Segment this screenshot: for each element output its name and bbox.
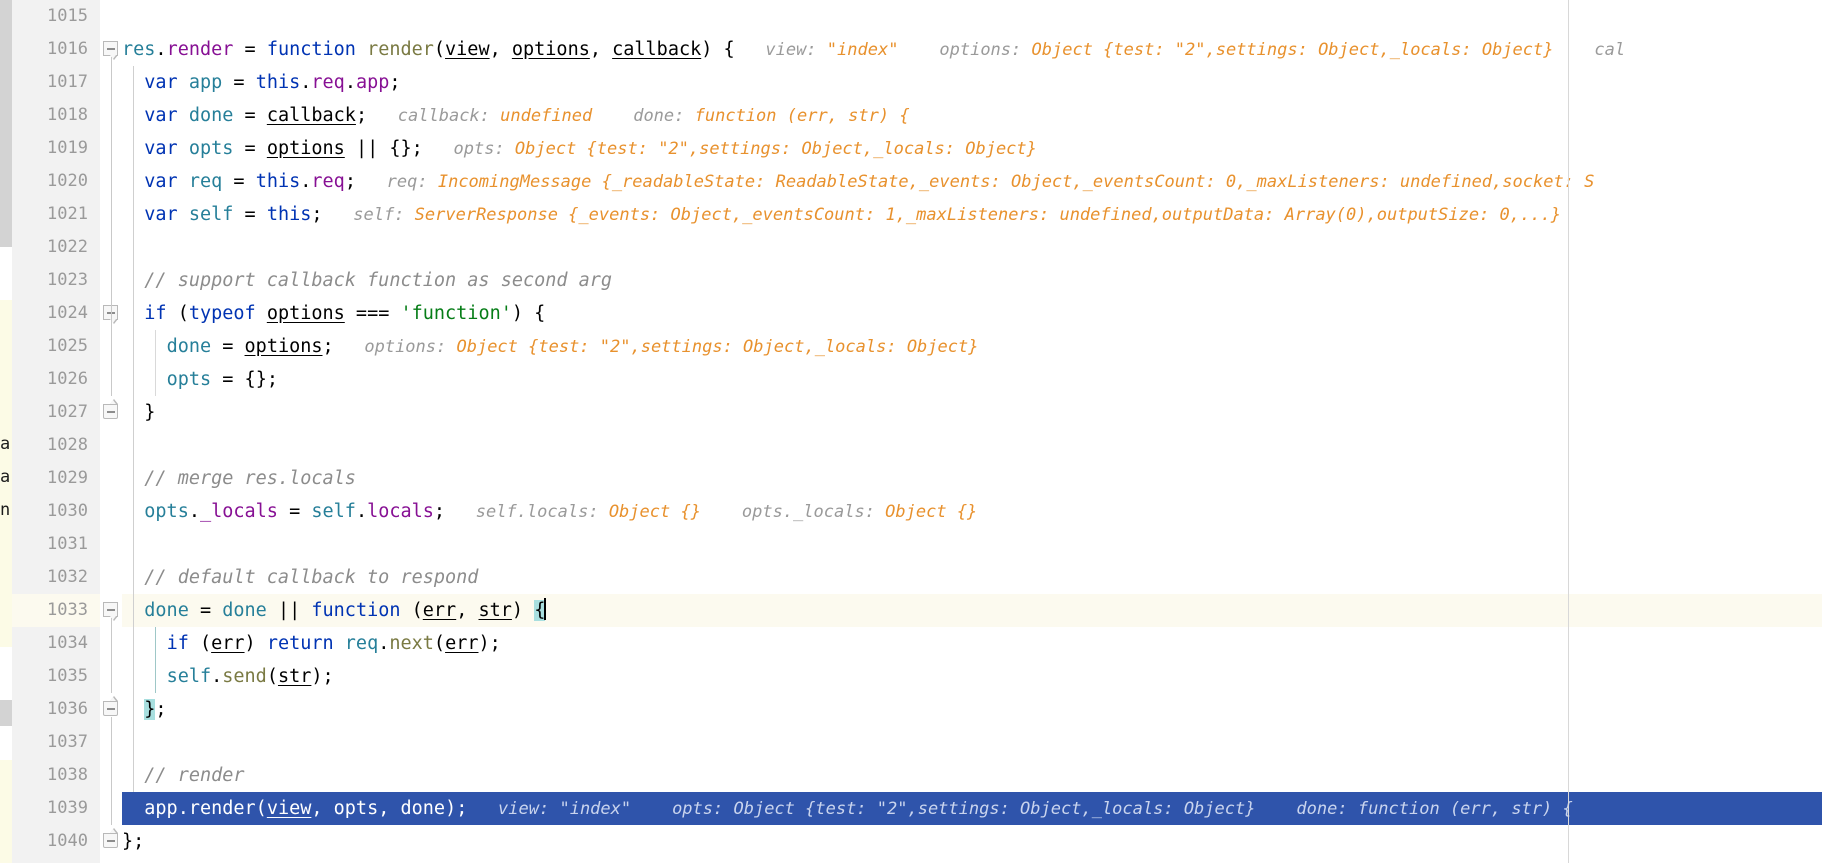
line-number[interactable]: 1033 <box>18 594 88 627</box>
inlay-hint-label: view: <box>467 799 550 819</box>
inlay-hint-value: Object {} <box>874 502 978 522</box>
line-number[interactable]: 1025 <box>18 330 88 363</box>
line-number[interactable]: 1034 <box>18 627 88 660</box>
inlay-hint-label: cal <box>1553 40 1626 60</box>
adjacent-panel-scrollbar[interactable] <box>0 0 12 247</box>
fold-toggle-icon[interactable] <box>103 602 120 621</box>
code-line[interactable]: var req = this.req; req: IncomingMessage… <box>122 165 1594 198</box>
inlay-hint-value: undefined <box>489 106 593 126</box>
line-number[interactable]: 1029 <box>18 462 88 495</box>
code-line[interactable]: }; <box>122 693 167 726</box>
inlay-hint-value: Object {test: "2",settings: Object,_loca… <box>1021 40 1554 60</box>
inlay-hint-value: IncomingMessage {_readableState: Readabl… <box>427 172 1595 192</box>
fold-toggle-icon[interactable] <box>103 305 120 324</box>
line-number[interactable]: 1035 <box>18 660 88 693</box>
line-number[interactable]: 1015 <box>18 0 88 33</box>
fold-connector-line <box>110 717 112 825</box>
fold-toggle-icon[interactable] <box>103 41 120 60</box>
inlay-hint-label: options: <box>333 337 447 357</box>
adjacent-panel-sliver: a ar ns <box>0 0 12 863</box>
line-number[interactable]: 1038 <box>18 759 88 792</box>
code-line[interactable]: app.render(view, opts, done); view: "ind… <box>122 792 1573 825</box>
code-line[interactable]: self.send(str); <box>122 660 334 693</box>
inlay-hint-label: req: <box>355 172 428 192</box>
inlay-hint-label: view: <box>734 40 817 60</box>
inlay-hint-value: "index" <box>549 799 632 819</box>
inlay-hint-label: self.locals: <box>445 502 599 522</box>
line-number[interactable]: 1028 <box>18 429 88 462</box>
line-number[interactable]: 1018 <box>18 99 88 132</box>
inlay-hint-label: options: <box>898 40 1022 60</box>
line-number[interactable]: 1027 <box>18 396 88 429</box>
code-line[interactable]: } <box>122 396 155 429</box>
code-line[interactable]: res.render = function render(view, optio… <box>122 33 1625 66</box>
editor-window: a ar ns 10151016101710181019102010211022… <box>0 0 1822 863</box>
code-line[interactable]: if (typeof options === 'function') { <box>122 297 545 330</box>
line-number[interactable]: 1016 <box>18 33 88 66</box>
sliver-fragment-ns: ns <box>0 500 12 520</box>
inlay-hint-label: opts._locals: <box>700 502 875 522</box>
inlay-hint-value: Object {} <box>598 502 701 522</box>
code-line[interactable]: // support callback function as second a… <box>122 264 612 297</box>
code-line[interactable]: var done = callback; callback: undefined… <box>122 99 910 132</box>
inlay-hint-label: callback: <box>367 106 490 126</box>
line-number[interactable]: 1023 <box>18 264 88 297</box>
inlay-hint-value: Object {test: "2",settings: Object,_loca… <box>723 799 1256 819</box>
code-line[interactable]: if (err) return req.next(err); <box>122 627 501 660</box>
line-number[interactable]: 1032 <box>18 561 88 594</box>
line-number[interactable]: 1024 <box>18 297 88 330</box>
right-margin-guide <box>1568 0 1569 863</box>
line-number[interactable]: 1036 <box>18 693 88 726</box>
line-number[interactable]: 1020 <box>18 165 88 198</box>
line-number[interactable]: 1026 <box>18 363 88 396</box>
inlay-hint-label: self: <box>322 205 405 225</box>
code-line[interactable]: // merge res.locals <box>122 462 356 495</box>
line-number[interactable]: 1017 <box>18 66 88 99</box>
line-number[interactable]: 1037 <box>18 726 88 759</box>
code-line[interactable]: // render <box>122 759 244 792</box>
indent-guide <box>155 330 156 396</box>
line-number[interactable]: 1040 <box>18 825 88 858</box>
inlay-hint-label: done: <box>1255 799 1348 819</box>
inlay-hint-value: Object {test: "2",settings: Object,_loca… <box>504 139 1037 159</box>
line-number[interactable]: 1021 <box>18 198 88 231</box>
inlay-hint-value: function (err, str) { <box>684 106 910 126</box>
line-number[interactable]: 1039 <box>18 792 88 825</box>
inlay-hint-label: opts: <box>422 139 505 159</box>
code-editor-area[interactable]: res.render = function render(view, optio… <box>122 0 1822 863</box>
inlay-hint-label: done: <box>592 106 685 126</box>
line-number[interactable]: 1022 <box>18 231 88 264</box>
fold-connector-line <box>110 321 112 396</box>
inlay-hint-value: function (err, str) { <box>1347 799 1573 819</box>
code-line[interactable]: }; <box>122 825 144 858</box>
inlay-hint-value: Object {test: "2",settings: Object,_loca… <box>446 337 979 357</box>
code-line[interactable]: // default callback to respond <box>122 561 478 594</box>
inlay-hint-label: opts: <box>631 799 724 819</box>
code-line[interactable]: var app = this.req.app; <box>122 66 400 99</box>
code-line[interactable]: done = done || function (err, str) { <box>122 594 547 627</box>
sliver-fragment-ar: ar <box>0 467 12 487</box>
code-line[interactable]: opts._locals = self.locals; self.locals:… <box>122 495 977 528</box>
fold-toggle-icon[interactable] <box>103 696 120 718</box>
adjacent-panel-highlight-2 <box>0 760 12 863</box>
code-line[interactable]: var self = this; self: ServerResponse {_… <box>122 198 1561 231</box>
code-line[interactable]: opts = {}; <box>122 363 278 396</box>
fold-toggle-icon[interactable] <box>103 399 120 421</box>
sliver-fragment-a: a <box>0 434 11 454</box>
indent-guide <box>133 66 134 792</box>
line-number[interactable]: 1031 <box>18 528 88 561</box>
inlay-hint-value: "index" <box>816 40 899 60</box>
code-folding-strip[interactable] <box>100 0 122 863</box>
fold-connector-line <box>110 618 112 693</box>
inlay-hint-value: ServerResponse {_events: Object,_eventsC… <box>404 205 1561 225</box>
line-number[interactable]: 1030 <box>18 495 88 528</box>
line-number[interactable]: 1019 <box>18 132 88 165</box>
indent-guide <box>155 627 156 693</box>
code-line[interactable]: var opts = options || {}; opts: Object {… <box>122 132 1037 165</box>
adjacent-panel-scrollbar-2[interactable] <box>0 700 12 726</box>
code-line[interactable]: done = options; options: Object {test: "… <box>122 330 979 363</box>
line-number-gutter[interactable]: 1015 1016 1017 1018 1019 1020 1021 1022 1023 1024… <box>12 0 101 863</box>
fold-toggle-icon[interactable] <box>103 828 120 850</box>
